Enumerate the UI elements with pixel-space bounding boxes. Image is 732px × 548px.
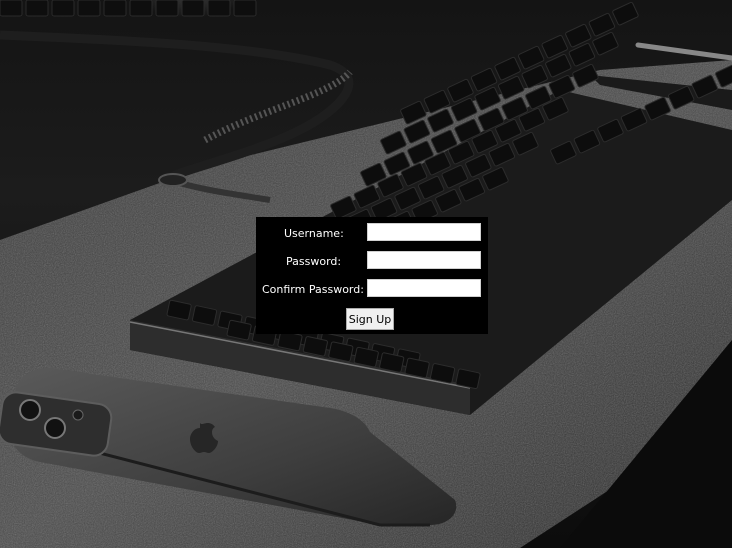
password-input[interactable] — [367, 251, 481, 269]
username-input[interactable] — [367, 223, 481, 241]
username-label: Username: — [284, 227, 344, 240]
password-label: Password: — [286, 255, 342, 268]
sign-up-button[interactable]: Sign Up — [346, 308, 394, 330]
confirm-password-label: Confirm Password: — [262, 283, 364, 296]
confirm-password-input[interactable] — [367, 279, 481, 297]
signup-form: Username: Password: Confirm Password: Si… — [256, 217, 488, 334]
